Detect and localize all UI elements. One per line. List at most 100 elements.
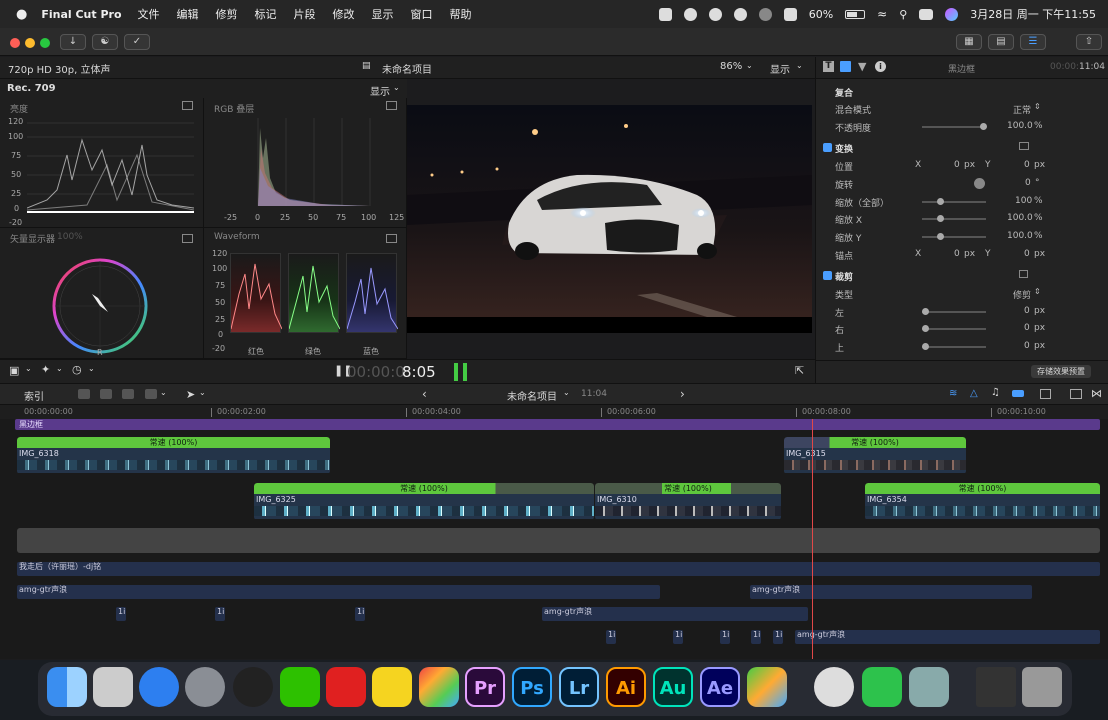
timeline-project-name[interactable]: 未命名项目 [507,388,557,403]
speed-chevron-icon[interactable]: ⌄ [88,364,95,373]
small-audio-clip[interactable]: 1i [720,630,730,644]
speed-tool-icon[interactable]: ◷ [72,363,82,376]
minimize-window-button[interactable] [25,38,35,48]
crop-type-value[interactable]: 修剪 [1013,288,1031,301]
spotlight-icon[interactable]: ⚲ [899,8,907,21]
rgb-settings-icon[interactable] [386,101,397,110]
trash-icon[interactable] [1022,667,1062,707]
crop-right-value[interactable]: 0 [1024,323,1030,333]
crop-top-slider[interactable] [922,343,986,350]
crop-checkbox[interactable] [823,271,832,280]
timeline-ruler[interactable]: 00:00:00:00 00:00:02:00 00:00:04:00 00:0… [0,405,1108,419]
keywords-button[interactable]: ☯ [92,34,118,50]
preview-icon[interactable] [909,667,949,707]
scale-x-value[interactable]: 100.0 [1007,213,1033,223]
clip-img-6310[interactable]: 常速 (100%) IMG_6310 [595,483,781,520]
small-audio-clip[interactable]: 1i [606,630,616,644]
quicktime-icon[interactable] [814,667,854,707]
timeline[interactable]: 黑边框 常速 (100%) IMG_6318 常速 (100%) IMG_631… [0,419,1108,659]
scale-x-slider[interactable] [922,215,986,222]
menu-clip[interactable]: 片段 [294,6,316,22]
select-tool-icon[interactable]: ➤ [186,388,195,401]
sfx-clip[interactable]: amg-gtr声浪 [542,607,808,621]
infuse-icon[interactable] [747,667,787,707]
solo-icon[interactable] [1012,390,1024,397]
overwrite-clip-icon[interactable] [145,389,157,399]
index-button[interactable]: 索引 [24,388,44,403]
clock[interactable]: 3月28日 周一 下午11:55 [970,6,1096,22]
netease-music-icon[interactable] [326,667,366,707]
snapping-icon[interactable] [1040,389,1051,399]
append-clip-icon[interactable] [122,389,134,399]
menu-edit[interactable]: 编辑 [177,6,199,22]
menu-file[interactable]: 文件 [138,6,160,22]
clip-img-6354[interactable]: 常速 (100%) IMG_6354 [865,483,1100,520]
menu-trim[interactable]: 修剪 [216,6,238,22]
zoom-chevron-icon[interactable]: ⌄ [746,61,753,70]
edit-chevron-icon[interactable]: ⌄ [160,388,167,397]
qq-status-icon[interactable] [683,7,697,21]
lightroom-icon[interactable]: Lr [559,667,599,707]
scopes-display-menu[interactable]: 显示 [370,83,390,98]
title-clip[interactable]: 黑边框 [15,419,1100,430]
project-chevron-icon[interactable]: ⌄ [563,388,570,397]
transform-onscreen-icon[interactable] [1019,142,1029,150]
save-preset-button[interactable]: 存储效果预置 [1031,365,1091,378]
background-tasks-button[interactable]: ✓ [124,34,150,50]
finder-icon[interactable] [47,667,87,707]
menu-modify[interactable]: 修改 [333,6,355,22]
transform-chevron-icon[interactable]: ⌄ [25,364,32,373]
anchor-y-value[interactable]: 0 [1024,249,1030,259]
small-audio-clip[interactable]: 1i [751,630,761,644]
apple-icon[interactable]: ● [16,7,27,22]
crop-right-slider[interactable] [922,325,986,332]
small-audio-clip[interactable]: 1i [116,607,126,621]
transform-tool-icon[interactable]: ▣ [9,364,19,377]
final-cut-pro-icon[interactable] [419,667,459,707]
rotation-dial[interactable] [974,178,985,189]
timeline-toggle-button[interactable]: ▤ [988,34,1014,50]
premiere-icon[interactable]: Pr [465,667,505,707]
clip-speed-label[interactable]: 常速 (100%) [595,483,781,494]
primary-storyline[interactable] [17,528,1100,553]
blend-mode-stepper-icon[interactable]: ⇕ [1034,102,1041,111]
insert-clip-icon[interactable] [100,389,112,399]
opacity-value[interactable]: 100.0 [1007,121,1033,131]
audition-icon[interactable]: Au [653,667,693,707]
inspector-toggle-button[interactable]: ☰ [1020,34,1046,50]
clip-img-6318[interactable]: 常速 (100%) IMG_6318 [17,437,330,474]
illustrator-icon[interactable]: Ai [606,667,646,707]
launchpad-icon[interactable] [93,667,133,707]
import-button[interactable]: ↓ [60,34,86,50]
luma-settings-icon[interactable] [182,101,193,110]
clip-speed-label[interactable]: 常速 (100%) [17,437,330,448]
video-tab-icon[interactable] [840,61,851,72]
text-tab-icon[interactable]: T [823,61,834,72]
sfx-clip[interactable]: amg-gtr声浪 [750,585,1032,599]
photoshop-icon[interactable]: Ps [512,667,552,707]
blend-mode-value[interactable]: 正常 [1013,103,1031,116]
transform-checkbox[interactable] [823,143,832,152]
crop-onscreen-icon[interactable] [1019,270,1028,278]
connect-clip-icon[interactable] [78,389,90,399]
battery-icon[interactable] [845,9,866,19]
sfx-clip[interactable]: amg-gtr声浪 [795,630,1100,644]
enhance-chevron-icon[interactable]: ⌄ [56,364,63,373]
skimming-icon[interactable]: △ [970,388,978,399]
facetime-icon[interactable] [862,667,902,707]
play-status-icon[interactable] [758,7,772,21]
scale-all-slider[interactable] [922,198,986,205]
small-audio-clip[interactable]: 1i [673,630,683,644]
audio-skimming-icon[interactable]: ♫ [991,387,1000,398]
history-forward-icon[interactable]: › [680,387,685,401]
zoom-menu[interactable]: 86% [720,61,742,72]
vector-settings-icon[interactable] [182,234,193,243]
effects-browser-icon[interactable]: ⋈ [1091,387,1102,400]
share-button[interactable]: ⇧ [1076,34,1102,50]
viewer-display-menu[interactable]: 显示 [770,61,790,76]
scale-y-slider[interactable] [922,233,986,240]
anchor-x-value[interactable]: 0 [954,249,960,259]
crop-left-slider[interactable] [922,308,986,315]
wave-settings-icon[interactable] [386,234,397,243]
timecode-display[interactable]: 8:05 [402,363,436,381]
